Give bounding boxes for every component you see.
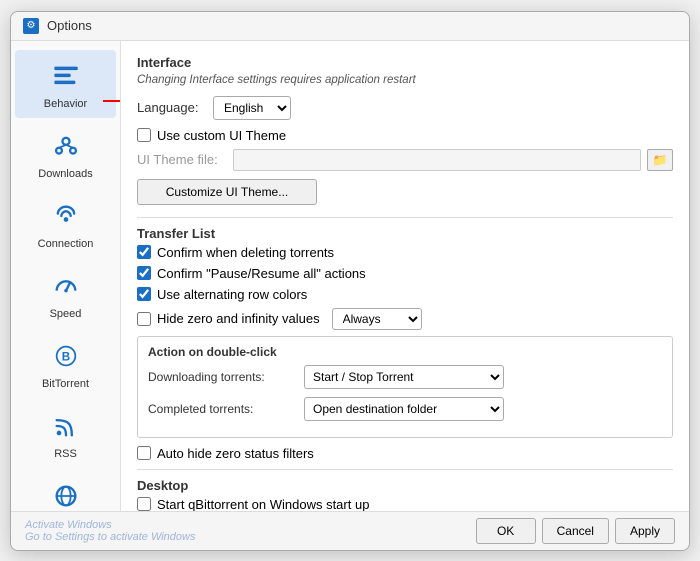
downloading-torrents-row: Downloading torrents: Start / Stop Torre… bbox=[148, 365, 662, 389]
titlebar-icon: ⚙ bbox=[23, 18, 39, 34]
speed-icon bbox=[48, 268, 84, 304]
bottom-bar: Activate WindowsGo to Settings to activa… bbox=[11, 511, 689, 550]
downloading-torrents-label: Downloading torrents: bbox=[148, 370, 298, 384]
sidebar-item-webui[interactable]: Web UI bbox=[15, 470, 116, 511]
use-custom-theme-checkbox[interactable] bbox=[137, 128, 151, 142]
confirm-delete-row: Confirm when deleting torrents bbox=[137, 245, 673, 260]
start-on-boot-checkbox[interactable] bbox=[137, 497, 151, 511]
auto-hide-checkbox[interactable] bbox=[137, 446, 151, 460]
svg-text:B: B bbox=[61, 350, 69, 363]
connection-icon bbox=[48, 198, 84, 234]
interface-note: Changing Interface settings requires app… bbox=[137, 74, 673, 86]
interface-section-title: Interface bbox=[137, 55, 673, 70]
bittorrent-icon: B bbox=[48, 338, 84, 374]
sidebar-item-speed[interactable]: Speed bbox=[15, 260, 116, 328]
browse-button[interactable]: 📁 bbox=[647, 149, 673, 171]
desktop-section-title: Desktop bbox=[137, 478, 673, 493]
double-click-title: Action on double-click bbox=[148, 345, 662, 359]
transfer-list-section-title: Transfer List bbox=[137, 226, 673, 241]
watermark-text: Activate WindowsGo to Settings to activa… bbox=[25, 519, 470, 543]
confirm-delete-checkbox[interactable] bbox=[137, 245, 151, 259]
theme-file-row: UI Theme file: 📁 bbox=[137, 149, 673, 171]
confirm-pause-checkbox[interactable] bbox=[137, 266, 151, 280]
sidebar-label-connection: Connection bbox=[38, 238, 94, 250]
content-area: Behavior Downloads bbox=[11, 41, 689, 511]
auto-hide-row: Auto hide zero status filters bbox=[137, 446, 673, 461]
hide-zero-label: Hide zero and infinity values bbox=[157, 311, 320, 326]
downloading-torrents-select[interactable]: Start / Stop Torrent Open Show in folder bbox=[304, 365, 504, 389]
completed-torrents-label: Completed torrents: bbox=[148, 402, 298, 416]
sidebar-label-rss: RSS bbox=[54, 448, 77, 460]
sidebar-label-bittorrent: BitTorrent bbox=[42, 378, 89, 390]
sidebar-label-behavior: Behavior bbox=[44, 98, 87, 110]
sidebar-label-downloads: Downloads bbox=[38, 168, 92, 180]
titlebar: ⚙ Options bbox=[11, 12, 689, 41]
hide-zero-checkbox[interactable] bbox=[137, 312, 151, 326]
alt-colors-label: Use alternating row colors bbox=[157, 287, 307, 302]
theme-file-label: UI Theme file: bbox=[137, 152, 227, 167]
language-row: Language: English French German Spanish bbox=[137, 96, 673, 120]
ok-button[interactable]: OK bbox=[476, 518, 536, 544]
rss-icon bbox=[48, 408, 84, 444]
language-select[interactable]: English French German Spanish bbox=[213, 96, 291, 120]
sidebar-item-downloads[interactable]: Downloads bbox=[15, 120, 116, 188]
use-custom-theme-row: Use custom UI Theme bbox=[137, 128, 673, 143]
confirm-pause-row: Confirm "Pause/Resume all" actions bbox=[137, 266, 673, 281]
confirm-pause-label: Confirm "Pause/Resume all" actions bbox=[157, 266, 366, 281]
options-window: ⚙ Options Behavior bbox=[10, 11, 690, 551]
sidebar-label-speed: Speed bbox=[50, 308, 82, 320]
sidebar-item-rss[interactable]: RSS bbox=[15, 400, 116, 468]
main-panel: Interface Changing Interface settings re… bbox=[121, 41, 689, 511]
use-custom-theme-label: Use custom UI Theme bbox=[157, 128, 286, 143]
downloads-icon bbox=[48, 128, 84, 164]
sidebar-item-connection[interactable]: Connection bbox=[15, 190, 116, 258]
behavior-icon bbox=[48, 58, 84, 94]
customize-theme-button[interactable]: Customize UI Theme... bbox=[137, 179, 317, 205]
start-on-boot-row: Start qBittorrent on Windows start up bbox=[137, 497, 673, 511]
alt-colors-checkbox[interactable] bbox=[137, 287, 151, 301]
always-select[interactable]: Always Never bbox=[332, 308, 422, 330]
sidebar-item-behavior[interactable]: Behavior bbox=[15, 50, 116, 118]
alt-colors-row: Use alternating row colors bbox=[137, 287, 673, 302]
completed-torrents-select[interactable]: Open destination folder Open Show in fol… bbox=[304, 397, 504, 421]
double-click-section: Action on double-click Downloading torre… bbox=[137, 336, 673, 438]
hide-zero-row: Hide zero and infinity values Always Nev… bbox=[137, 308, 673, 330]
window-title: Options bbox=[47, 18, 92, 33]
theme-file-input[interactable] bbox=[233, 149, 641, 171]
completed-torrents-row: Completed torrents: Open destination fol… bbox=[148, 397, 662, 421]
apply-button[interactable]: Apply bbox=[615, 518, 675, 544]
cancel-button[interactable]: Cancel bbox=[542, 518, 609, 544]
webui-icon bbox=[48, 478, 84, 511]
sidebar: Behavior Downloads bbox=[11, 41, 121, 511]
start-on-boot-label: Start qBittorrent on Windows start up bbox=[157, 497, 369, 511]
language-label: Language: bbox=[137, 100, 207, 115]
auto-hide-label: Auto hide zero status filters bbox=[157, 446, 314, 461]
sidebar-item-bittorrent[interactable]: B BitTorrent bbox=[15, 330, 116, 398]
confirm-delete-label: Confirm when deleting torrents bbox=[157, 245, 334, 260]
